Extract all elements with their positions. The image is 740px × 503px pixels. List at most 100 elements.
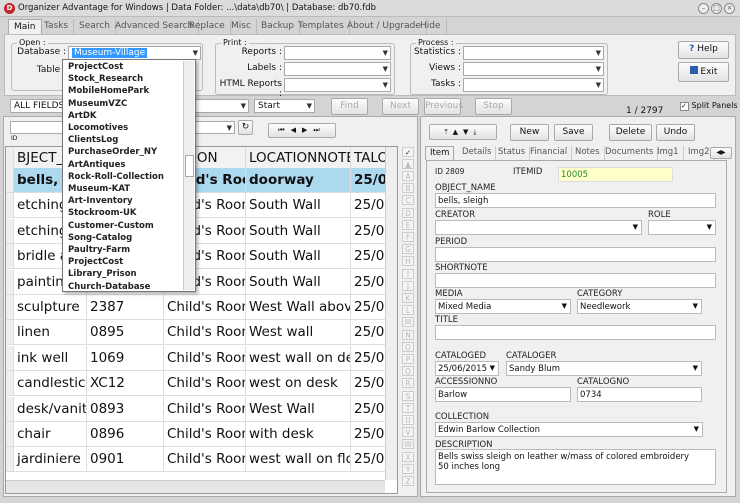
tab-tasks[interactable]: Tasks (39, 19, 75, 34)
last-record-icon[interactable]: ⏭ (313, 126, 325, 134)
column-header[interactable]: LOCATIONNOTE (246, 147, 351, 169)
letter-index-a[interactable]: A (402, 171, 414, 181)
dropdown-item[interactable]: Museum-KAT (68, 183, 130, 195)
letter-index-y[interactable]: Y (402, 463, 414, 474)
collection-combo[interactable]: Edwin Barlow Collection ▼ (435, 422, 703, 437)
dropdown-item[interactable]: Song-Catalog (68, 232, 132, 244)
help-button[interactable]: ? Help (678, 41, 729, 59)
html-reports-combo[interactable]: ▼ (284, 78, 391, 92)
period-field[interactable] (435, 247, 716, 262)
row-indicator[interactable] (6, 396, 14, 422)
move-record-buttons[interactable]: ⤒▲▼⤓ (429, 124, 497, 140)
maximize-button[interactable]: □ (711, 3, 722, 14)
views-combo[interactable]: ▼ (463, 62, 604, 76)
form-tab-notes[interactable]: Notes (571, 146, 605, 160)
title-field[interactable] (435, 325, 716, 340)
grid-vertical-scrollbar[interactable] (385, 147, 397, 480)
letter-index-z[interactable]: Z (402, 476, 414, 486)
letter-index-s[interactable]: S (402, 390, 414, 401)
catalogno-field[interactable]: 0734 (577, 387, 702, 402)
dropdown-item[interactable]: ProjectCost (68, 61, 123, 73)
reports-combo[interactable]: ▼ (284, 46, 391, 60)
dropdown-scroll-thumb[interactable] (185, 155, 194, 177)
letter-index-r[interactable]: R (402, 378, 414, 389)
dropdown-item[interactable]: Art-Inventory (68, 195, 133, 207)
row-indicator[interactable] (6, 320, 14, 346)
row-indicator[interactable] (6, 371, 14, 397)
letter-index-w[interactable]: W (402, 439, 414, 450)
object-name-field[interactable]: bells, sleigh (435, 193, 716, 208)
letter-index-o[interactable]: O (402, 341, 414, 352)
dropdown-item[interactable]: Rock-Roll-Collection (68, 171, 164, 183)
letter-index-k[interactable]: K (402, 293, 414, 303)
letter-index-u[interactable]: U (402, 415, 414, 425)
form-tab-status[interactable]: Status (494, 146, 531, 160)
form-tab-img1[interactable]: Img1 (653, 146, 684, 160)
cataloged-date[interactable]: 25/06/2015 ▼ (435, 361, 499, 376)
dropdown-item[interactable]: PurchaseOrder_NY (68, 146, 157, 158)
dropdown-item[interactable]: Church-Database (68, 281, 150, 293)
dropdown-item[interactable]: Library_Prison (68, 268, 137, 280)
dropdown-item[interactable]: ProjectCost (68, 256, 123, 268)
creator-combo[interactable]: ▼ (435, 220, 642, 235)
letter-up-icon[interactable]: ▲ (402, 159, 414, 169)
dropdown-item[interactable]: Paultry-Farm (68, 244, 130, 256)
dropdown-item[interactable]: ClientsLog (68, 134, 118, 146)
search-mode-combo[interactable]: Start ▼ (254, 99, 315, 113)
letter-index-b[interactable]: B (402, 183, 414, 194)
dropdown-item[interactable]: Stock_Research (68, 73, 143, 85)
shortnote-field[interactable] (435, 273, 716, 288)
dropdown-scrollbar[interactable] (183, 61, 194, 290)
search-text-input[interactable]: ▼ (194, 99, 249, 113)
form-tab-item[interactable]: Item (425, 146, 455, 160)
letter-index-q[interactable]: Q (402, 366, 414, 377)
row-indicator[interactable] (6, 244, 14, 270)
description-textarea[interactable]: Bells swiss sleigh on leather w/mass of … (435, 449, 716, 485)
dropdown-item[interactable]: MuseumVZC (68, 98, 127, 110)
refresh-button[interactable]: ↻ (238, 120, 253, 135)
letter-index-v[interactable]: V (402, 427, 414, 438)
tab-main[interactable]: Main (8, 19, 42, 35)
itemid-field[interactable]: 10005 (558, 167, 673, 182)
form-tab-documents[interactable]: Documents (601, 146, 659, 160)
row-indicator[interactable] (6, 422, 14, 447)
delete-button[interactable]: Delete (609, 124, 652, 141)
row-indicator[interactable] (6, 168, 14, 193)
dropdown-item[interactable]: MobileHomePark (68, 85, 149, 97)
letter-index-c[interactable]: C (402, 195, 414, 206)
database-combo[interactable]: Museum-Village ▼ (68, 46, 201, 60)
letter-index-g[interactable]: G (402, 244, 414, 255)
split-panels-checkbox[interactable]: ✓ Split Panels (680, 101, 738, 111)
letter-index-n[interactable]: N (402, 329, 414, 340)
prev-record-icon[interactable]: ◀ (291, 126, 302, 134)
media-combo[interactable]: Mixed Media ▼ (435, 299, 571, 314)
form-tab-financial[interactable]: Financial (526, 146, 573, 160)
tab-hide[interactable]: Hide (415, 19, 447, 34)
accessionno-field[interactable]: Barlow (435, 387, 571, 402)
letter-index-t[interactable]: T (402, 402, 414, 413)
letter-index-f[interactable]: F (402, 232, 414, 242)
record-navigator[interactable]: ⏮◀▶⏭ (268, 123, 336, 138)
dropdown-item[interactable]: ArtDK (68, 110, 96, 122)
tab-misc[interactable]: Misc (226, 19, 257, 34)
letter-index-h[interactable]: H (402, 256, 414, 267)
letter-index-d[interactable]: D (402, 207, 414, 218)
row-indicator[interactable] (6, 193, 14, 219)
next-button[interactable]: Next (382, 98, 419, 115)
undo-button[interactable]: Undo (656, 124, 695, 141)
dropdown-item[interactable]: Customer-Custom (68, 220, 154, 232)
dropdown-item[interactable]: Locomotives (68, 122, 128, 134)
dropdown-item[interactable]: ArtAntiques (68, 159, 125, 171)
previous-button[interactable]: Previous (424, 98, 463, 115)
row-indicator[interactable] (6, 295, 14, 320)
stop-button[interactable]: Stop (475, 98, 512, 115)
check-all-icon[interactable]: ✓ (402, 147, 414, 157)
find-button[interactable]: Find (331, 98, 368, 115)
category-combo[interactable]: Needlework ▼ (577, 299, 702, 314)
tab-scroll-arrows[interactable]: ◀▶ (710, 147, 732, 159)
cataloger-combo[interactable]: Sandy Blum ▼ (506, 361, 702, 376)
dropdown-item[interactable]: Stockroom-UK (68, 207, 136, 219)
letter-index-i[interactable]: I (402, 268, 414, 279)
close-button[interactable]: × (724, 3, 735, 14)
first-record-icon[interactable]: ⏮ (278, 126, 290, 134)
